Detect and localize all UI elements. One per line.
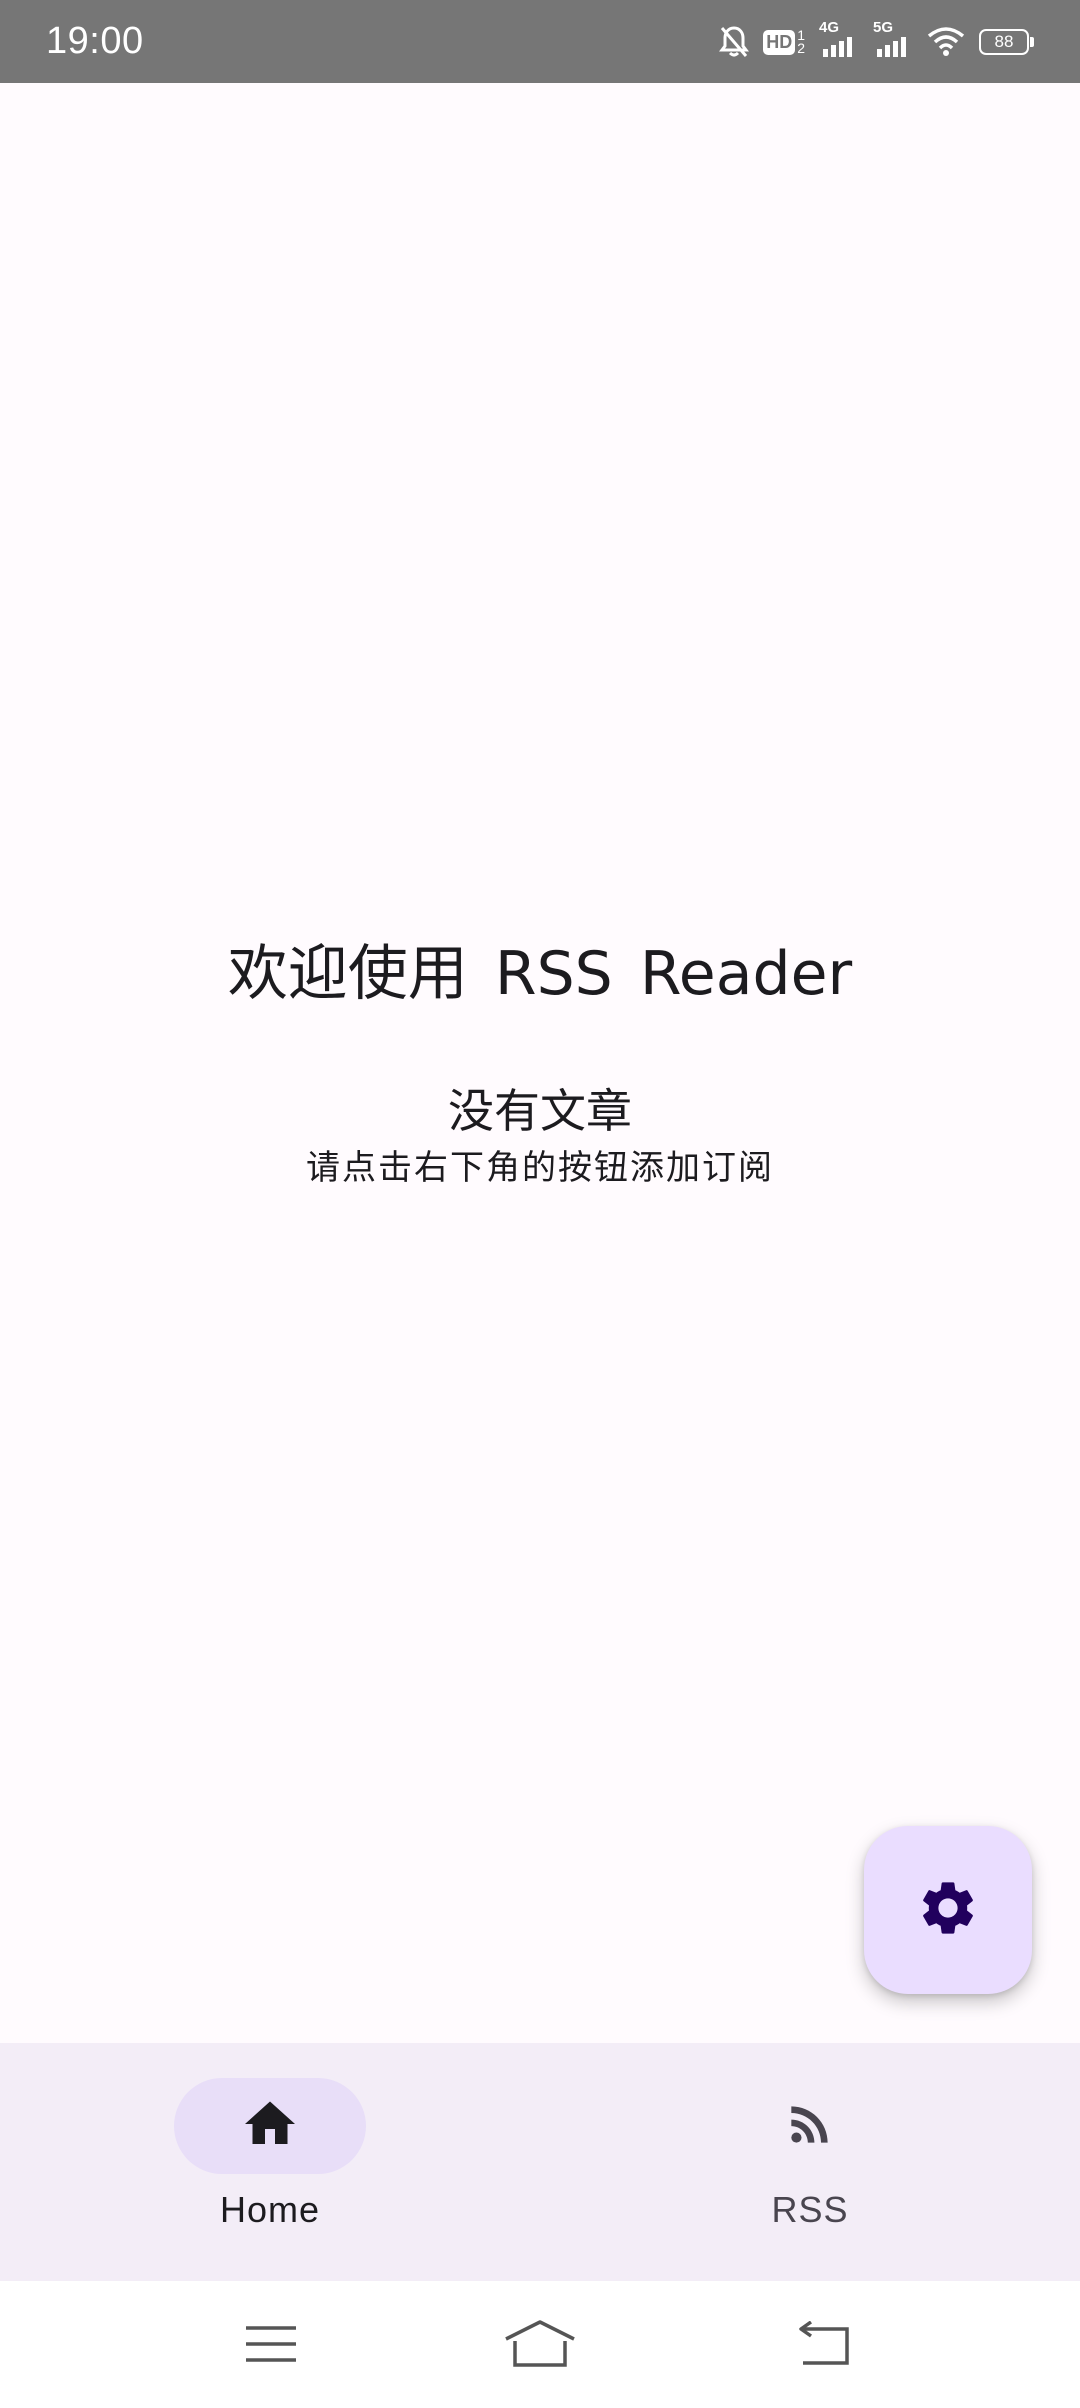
nav-item-home[interactable]: Home bbox=[0, 2043, 540, 2281]
hd-icon: HD 12 bbox=[763, 28, 805, 55]
signal-4g-icon: 4G bbox=[819, 19, 859, 59]
system-home-button[interactable] bbox=[495, 2301, 585, 2391]
status-icons: HD 12 4G 5G 88 bbox=[719, 19, 1034, 64]
nav-label-home: Home bbox=[219, 2189, 321, 2230]
signal-5g-icon: 5G bbox=[873, 19, 913, 59]
settings-fab[interactable] bbox=[864, 1826, 1032, 1994]
network-1-label: 4G bbox=[819, 19, 840, 36]
system-back-button[interactable] bbox=[780, 2301, 870, 2391]
nav-active-indicator bbox=[174, 2078, 366, 2174]
welcome-title: 欢迎使用 RSS Reader bbox=[227, 939, 853, 1009]
notifications-off-icon bbox=[719, 25, 750, 59]
back-icon bbox=[797, 2320, 853, 2371]
nav-label-rss: RSS bbox=[771, 2189, 849, 2230]
hd-label: HD bbox=[763, 29, 796, 55]
home-outline-icon bbox=[503, 2319, 577, 2373]
nav-indicator-rss bbox=[714, 2078, 906, 2174]
system-menu-button[interactable] bbox=[226, 2301, 316, 2391]
gear-icon bbox=[916, 1876, 980, 1944]
empty-state-subtitle: 请点击右下角的按钮添加订阅 bbox=[306, 1148, 774, 1188]
status-bar: 19:00 HD 12 4G 5G 88 bbox=[0, 0, 1080, 83]
battery-level: 88 bbox=[994, 32, 1014, 51]
system-navigation-bar bbox=[0, 2281, 1080, 2408]
empty-state-title: 没有文章 bbox=[448, 1084, 632, 1138]
menu-icon bbox=[244, 2322, 298, 2370]
home-icon bbox=[240, 2094, 300, 2158]
rss-icon bbox=[782, 2096, 838, 2156]
battery-icon: 88 bbox=[979, 29, 1034, 55]
status-time: 19:00 bbox=[46, 20, 144, 62]
wifi-icon bbox=[927, 26, 965, 58]
nav-item-rss[interactable]: RSS bbox=[540, 2043, 1080, 2281]
bottom-navigation: Home RSS bbox=[0, 2043, 1080, 2281]
network-2-label: 5G bbox=[873, 19, 894, 36]
